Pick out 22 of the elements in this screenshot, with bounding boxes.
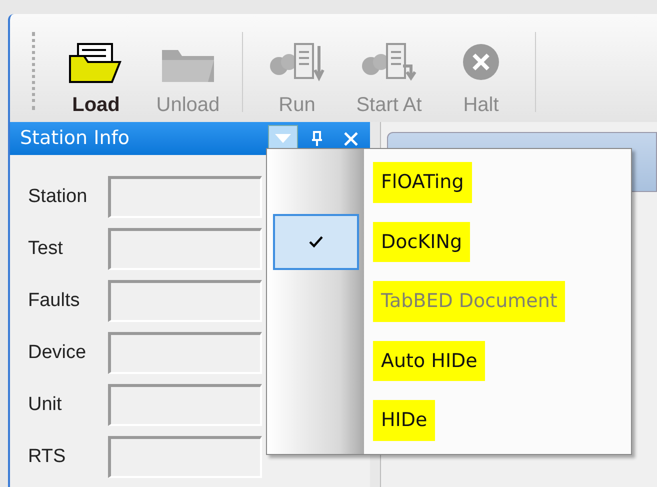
field-label: Device <box>28 340 88 365</box>
caret-icon <box>275 134 291 144</box>
menu-item[interactable]: HIDe <box>267 390 631 450</box>
panel-title: Station Info <box>20 126 131 152</box>
input-field[interactable] <box>108 384 262 426</box>
field-label: Station <box>28 184 88 209</box>
input-field[interactable] <box>108 332 262 374</box>
close-icon <box>343 130 359 146</box>
input-field[interactable] <box>108 436 262 478</box>
menu-item[interactable]: DocKINg <box>267 212 631 272</box>
pin-icon <box>311 130 323 146</box>
input-field[interactable] <box>108 280 262 322</box>
field-label: Unit <box>28 392 63 417</box>
gears-document-icon <box>267 40 327 84</box>
input-field[interactable] <box>108 228 262 270</box>
menu-item[interactable]: Auto HIDe <box>267 331 631 391</box>
menu-item[interactable]: FlOATing <box>267 153 631 212</box>
input-field[interactable] <box>108 176 262 218</box>
field-label: Test <box>28 236 64 261</box>
field-label: RTS <box>28 444 67 469</box>
field-label: Faults <box>28 288 81 313</box>
load-button[interactable]: Load <box>50 14 142 122</box>
